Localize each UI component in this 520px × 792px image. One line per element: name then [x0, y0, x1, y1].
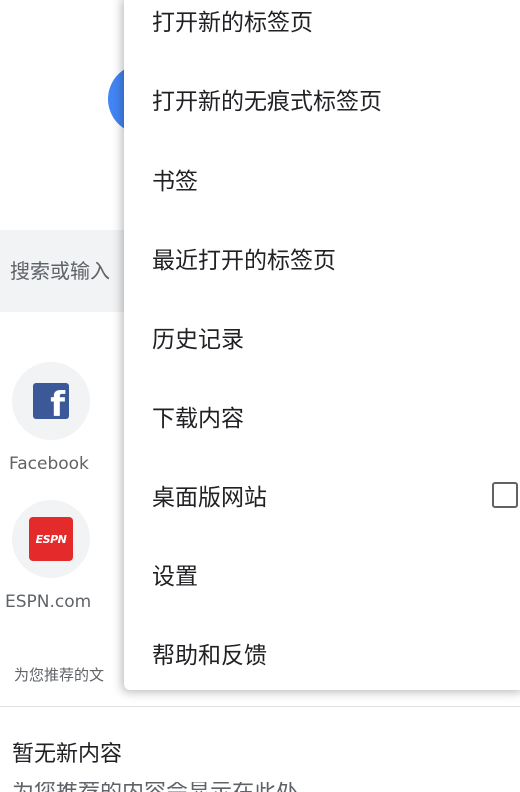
shortcut-label: ESPN.com [5, 592, 92, 612]
shortcut-icon-circle: ESPN [12, 500, 90, 578]
menu-item-label: 下载内容 [152, 405, 244, 432]
shortcut-icon-circle: f [12, 362, 90, 440]
menu-item-label: 最近打开的标签页 [152, 247, 336, 274]
menu-item-new-incognito-tab[interactable]: 打开新的无痕式标签页 [124, 59, 520, 138]
menu-item-desktop-site[interactable]: 桌面版网站 [124, 455, 520, 534]
overflow-menu: 打开新的标签页 打开新的无痕式标签页 书签 最近打开的标签页 历史记录 下载内容… [124, 0, 520, 690]
recommended-section-label: 为您推荐的文 [14, 666, 105, 684]
facebook-icon: f [33, 383, 69, 419]
menu-item-new-tab[interactable]: 打开新的标签页 [124, 0, 520, 59]
shortcut-tile-espn[interactable]: ESPN ESPN.com [0, 500, 104, 612]
menu-item-label: 打开新的标签页 [152, 9, 313, 36]
feed-description: 为您推荐的内容会显示在此处 [12, 782, 352, 792]
menu-item-label: 书签 [152, 168, 198, 195]
menu-item-bookmarks[interactable]: 书签 [124, 139, 520, 218]
menu-item-label: 桌面版网站 [152, 484, 267, 511]
espn-icon: ESPN [29, 517, 73, 561]
menu-item-settings[interactable]: 设置 [124, 534, 520, 613]
feed-description-text: 为您推荐的内容会显示在此处 [12, 782, 352, 792]
menu-item-help-feedback[interactable]: 帮助和反馈 [124, 613, 520, 692]
divider [0, 706, 520, 707]
menu-item-label: 打开新的无痕式标签页 [152, 88, 382, 115]
no-content-title: 暂无新内容 [12, 742, 123, 767]
menu-item-label: 历史记录 [152, 326, 244, 353]
menu-item-history[interactable]: 历史记录 [124, 297, 520, 376]
menu-item-recent-tabs[interactable]: 最近打开的标签页 [124, 218, 520, 297]
menu-item-downloads[interactable]: 下载内容 [124, 376, 520, 455]
facebook-icon-glyph: f [50, 385, 65, 419]
menu-item-label: 设置 [152, 563, 198, 590]
espn-icon-glyph: ESPN [35, 532, 67, 546]
desktop-site-checkbox[interactable] [492, 481, 518, 508]
menu-item-label: 帮助和反馈 [152, 642, 267, 669]
shortcut-label: Facebook [9, 454, 89, 474]
shortcut-tile-facebook[interactable]: f Facebook [0, 362, 104, 474]
